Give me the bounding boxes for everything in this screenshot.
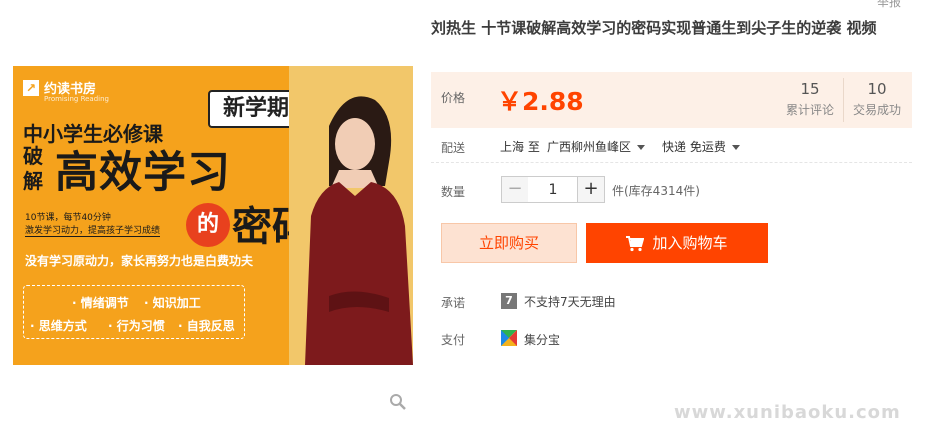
chevron-down-icon — [731, 145, 740, 150]
quantity-decrease-button[interactable]: − — [501, 176, 529, 203]
shipping-method: 快递 免运费 — [662, 140, 726, 154]
add-to-cart-button[interactable]: 加入购物车 — [586, 223, 768, 263]
review-count-stat[interactable]: 15 累计评论 — [777, 80, 843, 118]
brand-subtitle: Promising Reading — [44, 95, 109, 103]
promise-text: 不支持7天无理由 — [524, 295, 616, 309]
feature-item: · 自我反思 — [178, 319, 235, 333]
jifenbao-icon — [501, 330, 517, 346]
feature-item: · 知识加工 — [144, 296, 201, 310]
divider — [431, 162, 912, 163]
feature-box: · 情绪调节 · 知识加工 · 思维方式 · 行为习惯 · 自我反思 — [23, 285, 245, 339]
quantity-increase-button[interactable]: + — [577, 176, 605, 203]
watermark: www.xunibaoku.com — [674, 402, 901, 423]
shipping-destination: 广西柳州鱼峰区 — [547, 140, 632, 154]
sold-count-label: 交易成功 — [852, 103, 901, 117]
payment-label: 支付 — [441, 333, 466, 347]
price-panel: 价格 ￥2.88 15 累计评论 10 交易成功 — [431, 72, 912, 128]
promise-label: 承诺 — [441, 296, 466, 310]
zoom-icon[interactable] — [389, 393, 406, 410]
shipping-destination-select[interactable]: 广西柳州鱼峰区 — [547, 138, 646, 155]
buy-now-button[interactable]: 立即购买 — [441, 223, 577, 263]
stat-divider — [843, 78, 844, 122]
no-return-icon: 7 — [501, 293, 517, 309]
image-de-circle: 的 — [186, 203, 230, 247]
shipping-from: 上海 至 — [500, 140, 540, 154]
price-value: ￥2.88 — [497, 87, 584, 116]
product-title: 刘热生 十节课破解高效学习的密码实现普通生到尖子生的逆袭 视频 — [431, 19, 877, 37]
presenter-photo — [289, 66, 413, 365]
report-link[interactable]: 举报 — [877, 0, 901, 10]
image-meta-2: 激发学习动力，提高孩子学习成绩 — [25, 223, 161, 237]
sold-count: 10 — [867, 80, 887, 98]
price-label: 价格 — [441, 91, 466, 105]
product-main-image[interactable]: ↗ 约读书房 Promising Reading 新学期 中小学生必修课 破解 … — [13, 66, 413, 365]
image-headline: 高效学习 — [55, 148, 231, 198]
image-meta-1: 10节课，每节40分钟 — [25, 213, 111, 223]
feature-item: · 行为习惯 — [108, 319, 165, 333]
sold-count-stat: 10 交易成功 — [845, 80, 909, 118]
brand-mark-icon: ↗ — [23, 79, 39, 96]
shipping-label: 配送 — [441, 141, 466, 155]
review-count: 15 — [800, 80, 820, 98]
payment-method: 集分宝 — [524, 333, 561, 347]
image-pojie: 破解 — [23, 144, 43, 193]
image-slogan: 没有学习原动力，家长再努力也是白费功夫 — [25, 254, 254, 268]
review-count-label: 累计评论 — [785, 103, 834, 117]
chevron-down-icon — [637, 145, 646, 150]
feature-item: · 情绪调节 — [72, 296, 129, 310]
stock-info: 件(库存4314件) — [612, 184, 700, 198]
feature-item: · 思维方式 — [30, 319, 87, 333]
quantity-label: 数量 — [441, 185, 466, 199]
shipping-method-select[interactable]: 快递 免运费 — [662, 138, 740, 155]
quantity-input[interactable] — [528, 176, 578, 203]
add-to-cart-label: 加入购物车 — [652, 234, 728, 252]
cart-icon — [626, 235, 645, 251]
